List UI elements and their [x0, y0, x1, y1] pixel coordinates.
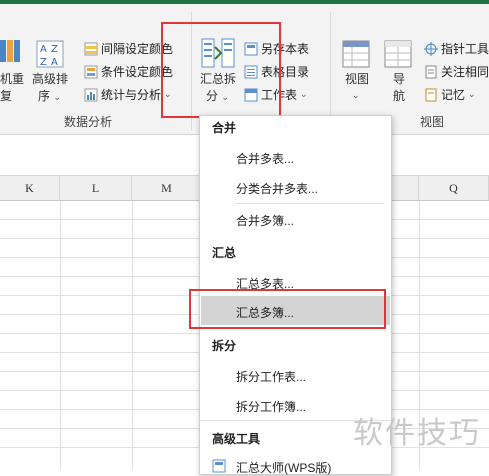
- section-merge: 合并: [212, 121, 237, 135]
- memo-icon: [424, 88, 438, 102]
- grid-line: [132, 201, 133, 470]
- conditional-color-button[interactable]: 条件设定颜色: [84, 63, 173, 80]
- ribbon-separator: [330, 12, 331, 130]
- pointer-tool-label: 指针工具: [441, 42, 489, 56]
- menu-item-summary-master[interactable]: 汇总大师(WPS版): [236, 459, 331, 476]
- condition-icon: [84, 65, 98, 79]
- grid-color-icon[interactable]: [0, 38, 22, 64]
- section-split: 拆分: [212, 339, 237, 353]
- interval-color-button[interactable]: 间隔设定颜色: [84, 40, 173, 57]
- chevron-down-icon: ⌄: [352, 90, 360, 100]
- stripe-icon: [84, 42, 98, 56]
- view-chevron[interactable]: ⌄: [352, 87, 360, 101]
- pointer-icon: [424, 41, 438, 56]
- group-label-view: 视图: [420, 115, 445, 129]
- navigation-label-2[interactable]: 航: [393, 87, 405, 104]
- watermark: 软件技巧: [353, 416, 481, 451]
- menu-separator: [234, 203, 384, 204]
- memo-button[interactable]: 记忆 ⌄: [424, 86, 476, 103]
- chevron-down-icon: ⌄: [468, 89, 476, 99]
- group-label-data-analysis: 数据分析: [64, 115, 113, 129]
- navigation-label-1[interactable]: 导: [393, 70, 405, 87]
- column-header-m[interactable]: M: [132, 176, 202, 200]
- menu-item-category-merge[interactable]: 分类合并多表...: [236, 180, 318, 197]
- view-label[interactable]: 视图: [345, 70, 369, 87]
- svg-text:Z: Z: [40, 57, 47, 68]
- svg-text:A: A: [40, 44, 47, 55]
- highlight-box-summarize: [161, 22, 281, 118]
- ribbon-left-label-2[interactable]: 复: [0, 87, 12, 104]
- section-advanced-tools: 高级工具: [212, 432, 261, 446]
- stats-analysis-label: 统计与分析: [101, 88, 162, 102]
- highlight-box-summarize-books: [189, 289, 386, 329]
- advanced-sort-label-1[interactable]: 高级排: [32, 70, 68, 87]
- chart-icon: [84, 88, 98, 102]
- column-header-k[interactable]: K: [0, 176, 60, 200]
- chevron-down-icon: ⌄: [53, 92, 61, 102]
- navigation-icon[interactable]: [384, 40, 412, 68]
- view-icon[interactable]: [342, 40, 370, 68]
- menu-item-split-book[interactable]: 拆分工作簿...: [236, 398, 306, 415]
- svg-text:A: A: [51, 57, 58, 68]
- svg-text:Z: Z: [51, 44, 58, 55]
- column-header-q[interactable]: Q: [419, 176, 489, 200]
- summary-master-icon: [212, 459, 226, 473]
- menu-item-split-sheet[interactable]: 拆分工作表...: [236, 368, 306, 385]
- pointer-tool-button[interactable]: 指针工具: [424, 40, 489, 57]
- menu-item-merge-books[interactable]: 合并多簿...: [236, 212, 294, 229]
- stats-analysis-button[interactable]: 统计与分析 ⌄: [84, 86, 172, 103]
- sort-az-icon[interactable]: AZZA: [36, 40, 64, 68]
- advanced-sort-label-2[interactable]: 序 ⌄: [38, 87, 61, 104]
- chevron-down-icon: ⌄: [300, 89, 308, 99]
- column-header-l[interactable]: L: [60, 176, 132, 200]
- ribbon-left-label-1[interactable]: 机重: [0, 70, 24, 87]
- follow-same-label: 关注相同: [441, 65, 489, 79]
- menu-item-merge-sheets[interactable]: 合并多表...: [236, 150, 294, 167]
- follow-icon: [424, 65, 438, 79]
- grid-line: [60, 201, 61, 470]
- follow-same-button[interactable]: 关注相同: [424, 63, 489, 80]
- section-summarize: 汇总: [212, 246, 237, 260]
- memo-label: 记忆: [441, 88, 466, 102]
